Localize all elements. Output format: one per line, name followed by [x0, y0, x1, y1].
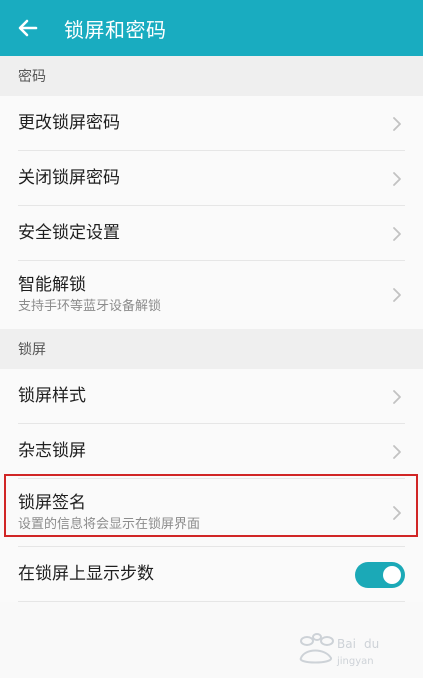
- page-title: 锁屏和密码: [64, 17, 167, 42]
- steps-toggle[interactable]: [355, 561, 405, 588]
- row-show-steps-on-lock-screen[interactable]: 在锁屏上显示步数: [0, 547, 423, 602]
- row-text: 更改锁屏密码: [18, 113, 389, 133]
- chevron-right-icon: [389, 389, 405, 405]
- row-security-lock-settings[interactable]: 安全锁定设置: [0, 206, 423, 261]
- toggle-knob: [383, 565, 401, 584]
- row-label: 杂志锁屏: [18, 441, 86, 462]
- row-label: 关闭锁屏密码: [18, 168, 120, 189]
- svg-text:du: du: [364, 637, 379, 651]
- row-smart-unlock[interactable]: 智能解锁 支持手环等蓝牙设备解锁: [0, 261, 423, 329]
- row-sublabel: 支持手环等蓝牙设备解锁: [18, 299, 162, 315]
- chevron-right-icon: [389, 171, 405, 187]
- baidu-watermark-logo: Bai du jingyan: [299, 633, 379, 667]
- row-lock-screen-style[interactable]: 锁屏样式: [0, 369, 423, 424]
- row-disable-lock-password[interactable]: 关闭锁屏密码: [0, 151, 423, 206]
- row-label: 锁屏签名: [18, 493, 86, 513]
- row-text: 杂志锁屏: [18, 441, 389, 461]
- chevron-right-icon: [389, 226, 405, 242]
- row-text: 锁屏签名 设置的信息将会显示在锁屏界面: [18, 493, 389, 533]
- row-label: 智能解锁: [18, 275, 86, 295]
- settings-screen: 锁屏和密码 密码 更改锁屏密码 关闭锁屏密码 安全锁定设置 智能解锁 支持手环等…: [0, 0, 423, 678]
- row-label: 安全锁定设置: [18, 223, 120, 244]
- row-sublabel: 设置的信息将会显示在锁屏界面: [18, 517, 201, 533]
- row-text: 在锁屏上显示步数: [18, 564, 355, 584]
- chevron-right-icon: [389, 505, 405, 521]
- row-magazine-lock-screen[interactable]: 杂志锁屏: [0, 424, 423, 479]
- top-app-bar: 锁屏和密码: [0, 0, 423, 56]
- chevron-right-icon: [389, 116, 405, 132]
- chevron-right-icon: [389, 444, 405, 460]
- row-label: 更改锁屏密码: [18, 113, 120, 134]
- svg-text:Bai: Bai: [337, 637, 356, 651]
- row-label: 锁屏样式: [18, 386, 86, 407]
- back-button[interactable]: [0, 0, 56, 56]
- section-header-password: 密码: [0, 56, 423, 96]
- row-text: 智能解锁 支持手环等蓝牙设备解锁: [18, 275, 389, 315]
- row-text: 锁屏样式: [18, 386, 389, 406]
- row-text: 安全锁定设置: [18, 223, 389, 243]
- row-lock-screen-signature[interactable]: 锁屏签名 设置的信息将会显示在锁屏界面: [0, 479, 423, 547]
- row-text: 关闭锁屏密码: [18, 168, 389, 188]
- back-arrow-icon: [18, 19, 38, 37]
- svg-text:jingyan: jingyan: [336, 656, 374, 667]
- chevron-right-icon: [389, 287, 405, 303]
- row-label: 在锁屏上显示步数: [18, 564, 154, 585]
- row-change-lock-password[interactable]: 更改锁屏密码: [0, 96, 423, 151]
- section-header-lock-screen: 锁屏: [0, 329, 423, 369]
